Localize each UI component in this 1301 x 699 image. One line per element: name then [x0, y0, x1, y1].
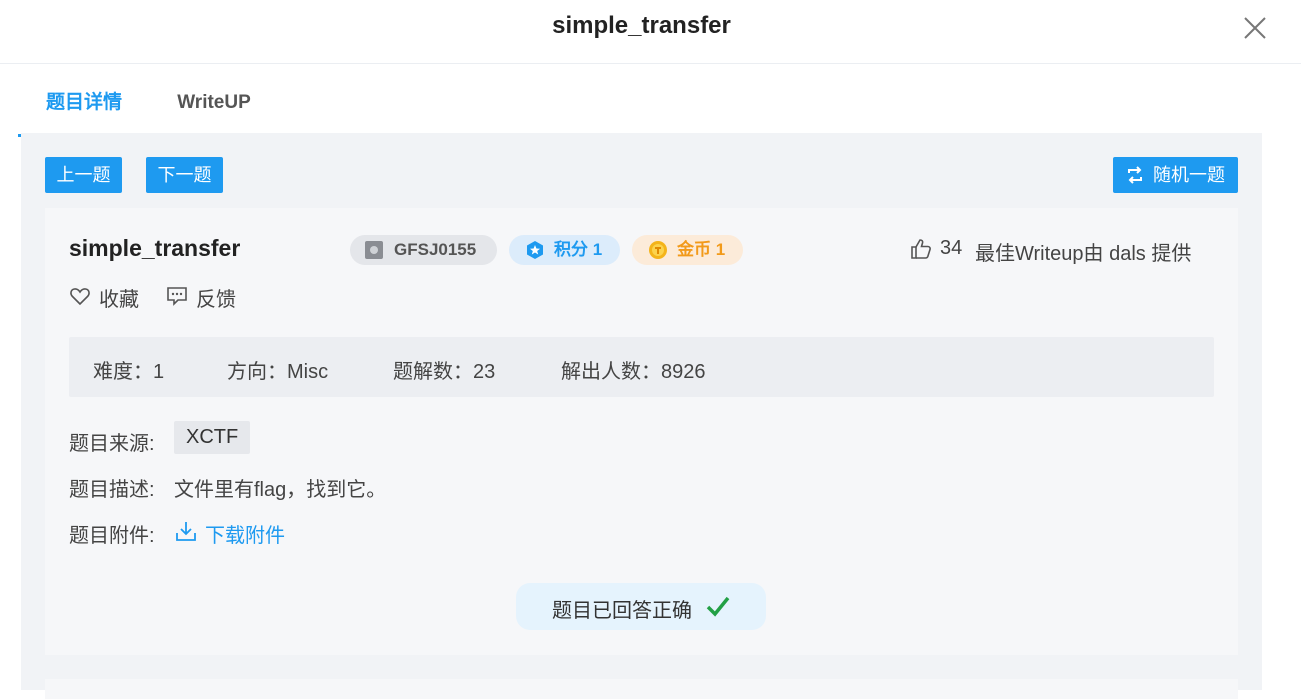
random-button[interactable]: 随机一题: [1113, 157, 1238, 193]
coin-icon: [649, 241, 667, 259]
solvers-stat: 解出人数：8926: [561, 361, 706, 383]
tab-writeup[interactable]: WriteUP: [156, 72, 272, 134]
attachment-row: 题目附件: 下载附件: [69, 519, 285, 548]
random-label: 随机一题: [1153, 165, 1225, 185]
best-writeup-text[interactable]: 最佳Writeup由 dals 提供: [975, 237, 1191, 266]
coin-tag: 金币 1: [632, 235, 743, 265]
dialog-title: simple_transfer: [552, 12, 731, 39]
star-icon: [527, 241, 543, 259]
content-panel: 上一题 下一题 随机一题 simple_transfer GFSJ0155 积分…: [21, 133, 1262, 699]
score-value: 积分 1: [554, 240, 603, 259]
heart-icon: [70, 288, 90, 306]
tab-details[interactable]: 题目详情: [18, 72, 150, 137]
next-card-edge: [45, 679, 1238, 699]
thumbs-up-icon[interactable]: [910, 238, 932, 260]
check-icon: [706, 596, 730, 617]
answered-status: 题目已回答正确: [516, 583, 766, 630]
feedback-icon: [167, 287, 187, 306]
favorite-label: 收藏: [99, 289, 139, 311]
problem-code-tag: GFSJ0155: [350, 235, 497, 265]
writeup-count-stat: 题解数：23: [393, 361, 496, 383]
score-tag: 积分 1: [509, 235, 620, 265]
stats-bar: 难度：1 方向：Misc 题解数：23 解出人数：8926: [69, 337, 1214, 397]
problem-title: simple_transfer: [69, 235, 241, 261]
problem-code: GFSJ0155: [394, 240, 477, 259]
attachment-label: 题目附件:: [69, 525, 155, 547]
description-row: 题目描述: 文件里有flag，找到它。: [69, 473, 386, 502]
source-label: 题目来源:: [69, 433, 155, 455]
download-label: 下载附件: [205, 525, 285, 547]
source-tag: XCTF: [174, 421, 251, 454]
random-icon: [1128, 166, 1142, 184]
description-text: 文件里有flag，找到它。: [174, 479, 387, 501]
answered-text: 题目已回答正确: [552, 600, 692, 622]
download-icon: [176, 522, 196, 541]
close-icon[interactable]: [1241, 14, 1269, 42]
feedback-label: 反馈: [196, 289, 236, 311]
direction-stat: 方向：Misc: [227, 361, 329, 383]
difficulty-stat: 难度：1: [93, 361, 165, 383]
source-row: 题目来源: XCTF: [69, 421, 251, 456]
like-count: 34: [940, 237, 963, 259]
problem-card: simple_transfer GFSJ0155 积分 1 金币 1 34 最佳…: [45, 208, 1238, 655]
next-button[interactable]: 下一题: [146, 157, 223, 193]
prev-button[interactable]: 上一题: [45, 157, 122, 193]
badge-icon: [365, 241, 383, 259]
coin-value: 金币 1: [677, 240, 726, 259]
description-label: 题目描述:: [69, 479, 155, 501]
dialog-header: simple_transfer: [0, 0, 1301, 64]
